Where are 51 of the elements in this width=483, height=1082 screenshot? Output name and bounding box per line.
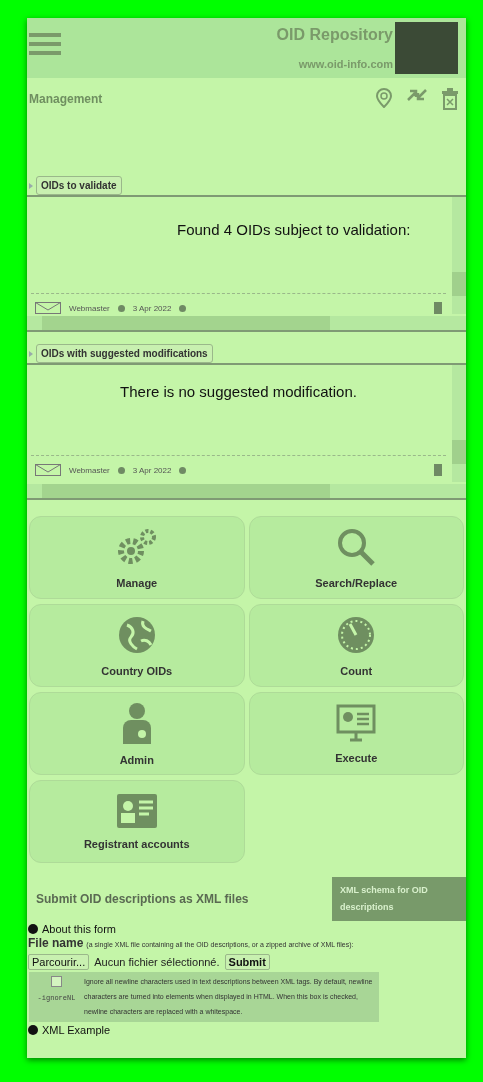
trash-icon[interactable] (442, 88, 458, 110)
info-icon (28, 924, 38, 934)
envelope-icon[interactable] (35, 464, 61, 476)
submit-button[interactable]: Submit (224, 954, 270, 970)
panel-message: There is no suggested modification. (119, 382, 358, 402)
field-label: File name (28, 936, 84, 950)
panel-message: Found 4 OIDs subject to validation: (176, 220, 412, 240)
menu-tile[interactable]: Registrant accounts (29, 780, 245, 863)
example-link[interactable]: XML Example (42, 1024, 111, 1036)
dot-icon (179, 304, 187, 312)
section-legend[interactable]: OIDs to validate (36, 176, 122, 195)
menu-tile[interactable]: Execute (248, 692, 464, 775)
info-icon (28, 1025, 38, 1035)
page-title: Management (29, 92, 103, 108)
dot-icon (179, 466, 187, 474)
presentation-icon (336, 703, 377, 742)
gauge-icon (336, 614, 377, 655)
author-name: Webmaster (69, 303, 110, 313)
menu-tile[interactable]: Country OIDs (29, 604, 245, 687)
about-link[interactable]: About this form (42, 923, 116, 935)
square-icon (434, 464, 442, 476)
menu-icon[interactable] (29, 32, 61, 56)
form-title: Submit OID descriptions as XML files (36, 892, 249, 906)
file-status: Aucun fichier sélectionné. (94, 956, 220, 968)
horizontal-scrollbar[interactable] (27, 484, 466, 498)
id-card-icon (116, 793, 157, 828)
site-url: www.oid-info.com (298, 58, 393, 70)
browse-button[interactable]: Parcourir... (28, 954, 90, 970)
site-title: OID Repository (276, 26, 393, 44)
author-name: Webmaster (69, 465, 110, 475)
vertical-scrollbar[interactable] (452, 365, 466, 482)
collapse-icon[interactable] (406, 88, 428, 102)
date-text: 3 Apr 2022 (132, 465, 172, 475)
search-icon (336, 526, 377, 567)
menu-tile[interactable]: Search/Replace (248, 516, 464, 599)
dot-icon (117, 304, 125, 312)
square-icon (434, 302, 442, 314)
menu-tile[interactable]: Count (248, 604, 464, 687)
pin-icon[interactable] (376, 88, 392, 108)
menu-tile[interactable]: Manage (29, 516, 245, 599)
vertical-scrollbar[interactable] (452, 197, 466, 314)
menu-tile[interactable]: Admin (29, 692, 245, 775)
person-icon (121, 701, 152, 744)
section-legend[interactable]: OIDs with suggested modifications (36, 344, 213, 363)
envelope-icon[interactable] (35, 302, 61, 314)
horizontal-scrollbar[interactable] (27, 316, 466, 330)
dot-icon (117, 466, 125, 474)
date-text: 3 Apr 2022 (132, 303, 172, 313)
globe-icon (116, 614, 157, 655)
photo-placeholder (395, 22, 458, 74)
checkbox[interactable] (51, 976, 62, 987)
